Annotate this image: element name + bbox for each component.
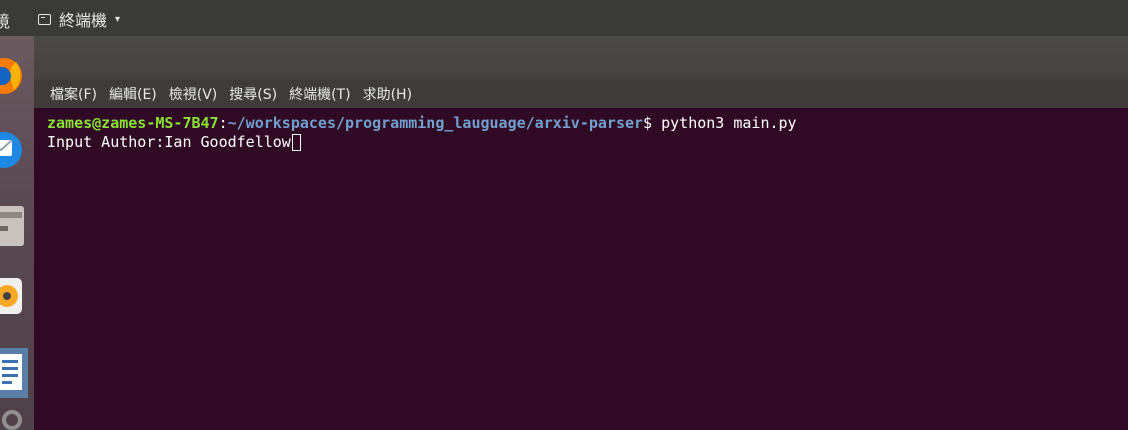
- text-cursor: [291, 134, 301, 151]
- window-titlebar[interactable]: [34, 36, 1128, 80]
- firefox-icon[interactable]: [0, 52, 28, 100]
- rhythmbox-icon[interactable]: [0, 272, 30, 320]
- app-menu-label: 終端機: [59, 11, 108, 30]
- prompt-user: zames@zames-MS-7B47: [47, 114, 219, 132]
- menu-search[interactable]: 搜尋(S): [229, 84, 277, 104]
- prompt-separator: :: [218, 114, 228, 132]
- settings-icon[interactable]: [0, 406, 34, 430]
- terminal-area[interactable]: zames@zames-MS-7B47:~/workspaces/program…: [34, 108, 1128, 430]
- writer-icon[interactable]: [0, 346, 32, 402]
- command-text: python3 main.py: [661, 114, 797, 132]
- terminal-icon: [38, 13, 51, 25]
- menu-edit[interactable]: 編輯(E): [109, 84, 157, 104]
- chevron-down-icon: ▾: [115, 13, 121, 25]
- files-icon[interactable]: [0, 202, 32, 250]
- top-panel-partial-label: 境: [0, 12, 11, 31]
- prompt-path: ~/workspaces/programming_lauguage/arxiv-…: [227, 114, 644, 132]
- app-menu-terminal[interactable]: 終端機 ▾: [38, 7, 120, 31]
- menu-file[interactable]: 檔案(F): [50, 84, 97, 104]
- menu-help[interactable]: 求助(H): [363, 84, 412, 104]
- prompt-symbol: $: [643, 114, 662, 132]
- menu-terminal[interactable]: 終端機(T): [289, 84, 350, 104]
- prompt-line: zames@zames-MS-7B47:~/workspaces/program…: [47, 114, 1128, 133]
- launcher-sidebar: [0, 36, 34, 430]
- input-text: Input Author:Ian Goodfellow: [47, 133, 291, 151]
- menu-bar: 檔案(F) 編輯(E) 檢視(V) 搜尋(S) 終端機(T) 求助(H): [34, 80, 1128, 108]
- menu-view[interactable]: 檢視(V): [169, 84, 218, 104]
- input-line: Input Author:Ian Goodfellow: [47, 133, 1128, 152]
- top-panel: 境 終端機 ▾: [0, 0, 1128, 36]
- thunderbird-icon[interactable]: [0, 126, 28, 174]
